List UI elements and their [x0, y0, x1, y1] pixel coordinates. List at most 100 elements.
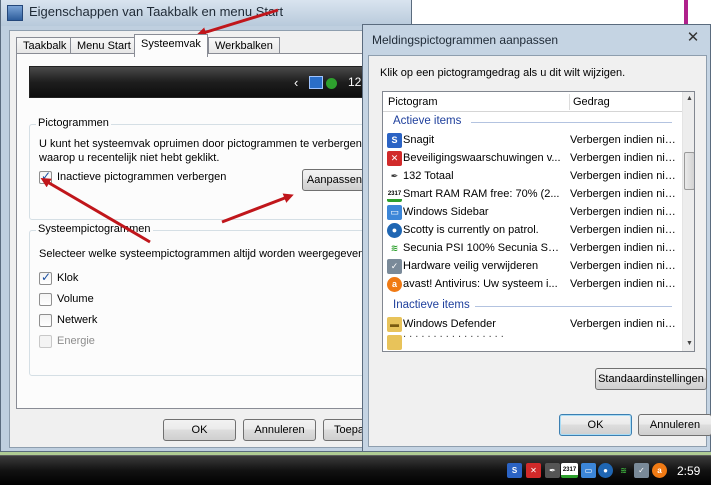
item-behavior[interactable]: Verbergen indien nie... — [570, 134, 678, 146]
safely-remove-icon — [326, 78, 337, 89]
signal-icon: ≋ — [387, 241, 402, 256]
list-item[interactable]: . . . . . . . . . . . . . . . . . — [383, 334, 682, 350]
network-checkbox[interactable]: Netwerk — [39, 314, 159, 328]
scroll-thumb[interactable] — [684, 152, 694, 190]
item-behavior[interactable]: Verbergen indien nie... — [570, 260, 678, 272]
folder-icon: ▬ — [387, 317, 402, 332]
checkbox-label[interactable]: Volume — [57, 293, 94, 305]
item-name: Scotty is currently on patrol. — [403, 224, 539, 236]
divider — [475, 306, 672, 307]
scroll-down-icon[interactable]: ▼ — [683, 337, 694, 351]
safely-remove-icon: ✓ — [387, 259, 402, 274]
cancel-button[interactable]: Annuleren — [638, 414, 711, 436]
item-name: . . . . . . . . . . . . . . . . . — [403, 334, 504, 340]
checkbox-box[interactable]: ✓ — [39, 169, 52, 184]
item-name: Secunia PSI 100% Secunia Sys... — [403, 242, 563, 254]
tab-systeemvak[interactable]: Systeemvak — [134, 34, 208, 57]
item-behavior[interactable]: Verbergen indien nie... — [570, 152, 678, 164]
notification-icons-list[interactable]: Pictogram Gedrag Actieve items S Snagit … — [382, 91, 695, 352]
checkbox-box — [39, 335, 52, 348]
taskbar-preview: ‹ 12: — [29, 66, 385, 98]
item-behavior[interactable]: Verbergen indien nie... — [570, 242, 678, 254]
desktop-widget-edge — [684, 0, 688, 24]
window-title: Eigenschappen van Taakbalk en menu Start — [29, 4, 284, 19]
checkmark-icon: ✓ — [41, 270, 52, 284]
list-item[interactable]: 2317 Smart RAM RAM free: 70% (2... Verbe… — [383, 186, 682, 204]
notification-icons-window: Meldingspictogrammen aanpassen ✕ Klik op… — [362, 24, 711, 452]
globe-icon: ● — [387, 223, 402, 238]
item-name: Hardware veilig verwijderen — [403, 260, 539, 272]
group-title: Pictogrammen — [36, 117, 111, 129]
dialog-body: Klik op een pictogramgedrag als u dit wi… — [368, 55, 711, 447]
list-item[interactable]: ✒ 132 Totaal Verbergen indien nie... — [383, 168, 682, 186]
volume-checkbox[interactable]: Volume — [39, 293, 159, 307]
taskbar-clock[interactable]: 2:59 — [677, 464, 700, 478]
ram-meter-icon: 2317 — [387, 187, 402, 202]
checkbox-label[interactable]: Netwerk — [57, 314, 97, 326]
snagit-icon[interactable]: S — [507, 463, 522, 478]
checkbox-label[interactable]: Inactieve pictogrammen verbergen — [57, 171, 226, 183]
item-name: Windows Sidebar — [403, 206, 489, 218]
security-shield-icon[interactable]: ✕ — [526, 463, 541, 478]
title-bar[interactable]: Eigenschappen van Taakbalk en menu Start — [1, 0, 411, 26]
feather-icon[interactable]: ✒ — [545, 463, 560, 478]
checkbox-box[interactable] — [39, 293, 52, 306]
defaults-button[interactable]: Standaardinstellingen — [595, 368, 707, 390]
hide-inactive-checkbox[interactable]: ✓ Inactieve pictogrammen verbergen — [39, 169, 269, 185]
item-name: avast! Antivirus: Uw systeem i... — [403, 278, 558, 290]
checkbox-box[interactable] — [39, 314, 52, 327]
item-behavior[interactable]: Verbergen indien nie... — [570, 206, 678, 218]
clock-checkbox[interactable]: ✓ Klok — [39, 270, 159, 286]
item-name: Windows Defender — [403, 318, 496, 330]
chevron-left-icon: ‹ — [294, 75, 299, 90]
list-item[interactable]: ≋ Secunia PSI 100% Secunia Sys... Verber… — [383, 240, 682, 258]
item-behavior[interactable]: Verbergen indien nie... — [570, 224, 678, 236]
list-scrollbar[interactable]: ▲ ▼ — [682, 92, 694, 351]
item-name: Beveiligingswaarschuwingen v... — [403, 152, 561, 164]
item-behavior[interactable]: Verbergen indien nie... — [570, 170, 678, 182]
divider — [471, 122, 672, 123]
ok-button[interactable]: OK — [163, 419, 236, 441]
signal-icon[interactable]: ≋ — [616, 463, 631, 478]
list-item[interactable]: a avast! Antivirus: Uw systeem i... Verb… — [383, 276, 682, 294]
group-header-label: Actieve items — [393, 115, 462, 127]
column-divider[interactable] — [569, 94, 570, 110]
list-item[interactable]: ▭ Windows Sidebar Verbergen indien nie..… — [383, 204, 682, 222]
security-shield-icon: ✕ — [387, 151, 402, 166]
item-name: Snagit — [403, 134, 435, 146]
list-item[interactable]: S Snagit Verbergen indien nie... — [383, 132, 682, 150]
ok-button[interactable]: OK — [559, 414, 632, 436]
checkbox-box[interactable]: ✓ — [39, 270, 52, 285]
avast-icon[interactable]: a — [652, 463, 667, 478]
window-icon — [7, 5, 23, 21]
list-item[interactable]: ● Scotty is currently on patrol. Verberg… — [383, 222, 682, 240]
checkbox-label[interactable]: Klok — [57, 272, 78, 284]
list-item[interactable]: ▬ Windows Defender Verbergen indien nie.… — [383, 316, 682, 334]
list-header: Pictogram Gedrag — [383, 92, 682, 112]
group-header-inactive: Inactieve items — [383, 298, 682, 314]
item-behavior[interactable]: Verbergen indien nie... — [570, 318, 678, 330]
ram-meter-icon[interactable]: 2317 — [561, 463, 578, 478]
item-name: 132 Totaal — [403, 170, 454, 182]
scroll-up-icon[interactable]: ▲ — [683, 92, 694, 106]
group-header-label: Inactieve items — [393, 299, 470, 311]
list-item[interactable]: ✕ Beveiligingswaarschuwingen v... Verber… — [383, 150, 682, 168]
item-behavior[interactable]: Verbergen indien nie... — [570, 278, 678, 290]
title-bar[interactable]: Meldingspictogrammen aanpassen ✕ — [363, 25, 710, 55]
item-behavior[interactable]: Verbergen indien nie... — [570, 188, 678, 200]
group-header-active: Actieve items — [383, 114, 682, 130]
cancel-button[interactable]: Annuleren — [243, 419, 316, 441]
column-header-behavior[interactable]: Gedrag — [573, 96, 610, 108]
list-item[interactable]: ✓ Hardware veilig verwijderen Verbergen … — [383, 258, 682, 276]
systeempictogrammen-group: Systeempictogrammen Selecteer welke syst… — [29, 223, 385, 376]
safely-remove-icon[interactable]: ✓ — [634, 463, 649, 478]
snagit-icon: S — [387, 133, 402, 148]
sidebar-icon[interactable]: ▭ — [581, 463, 596, 478]
column-header-icon[interactable]: Pictogram — [388, 96, 438, 108]
group-title: Systeempictogrammen — [36, 223, 153, 235]
close-icon[interactable]: ✕ — [682, 29, 704, 47]
folder-icon — [387, 335, 402, 350]
globe-icon[interactable]: ● — [598, 463, 613, 478]
group-description: U kunt het systeemvak opruimen door pict… — [39, 138, 362, 164]
avast-icon: a — [387, 277, 402, 292]
